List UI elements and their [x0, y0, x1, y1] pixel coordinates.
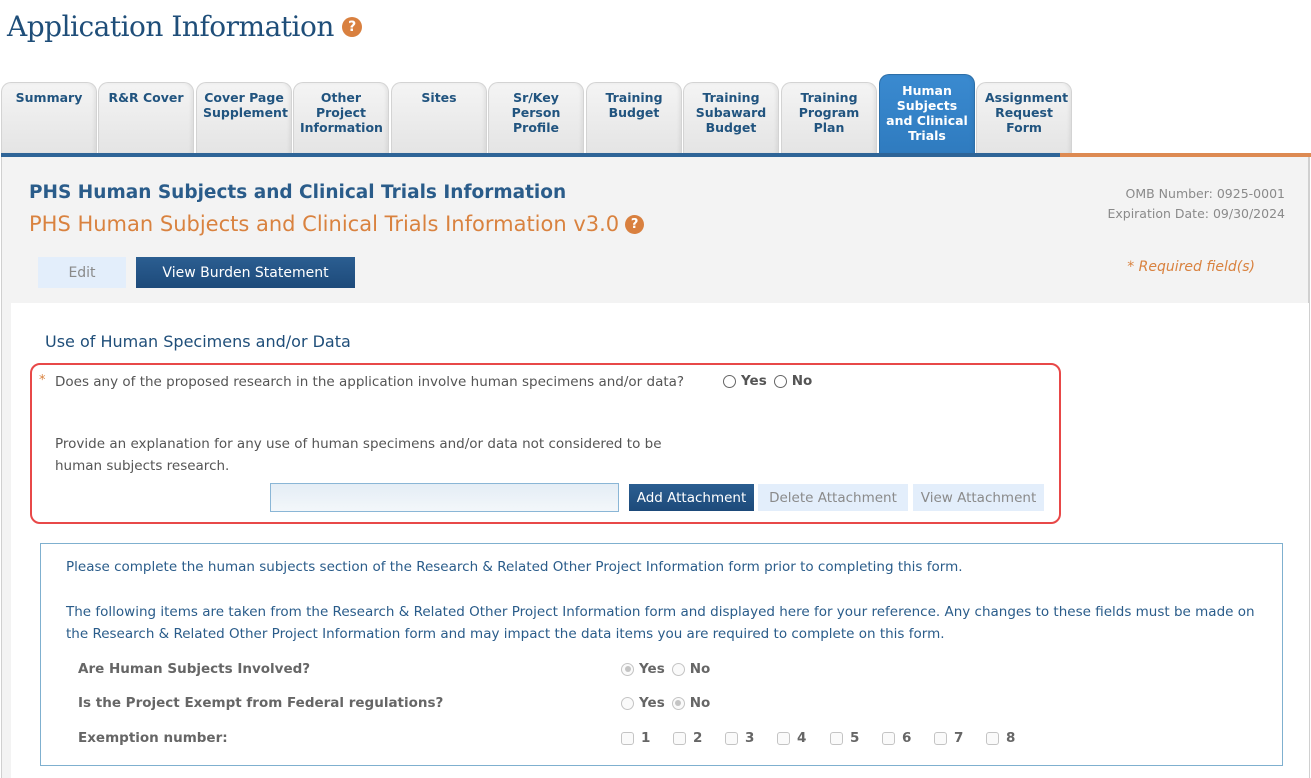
specimens-radio-group: Yes No: [723, 373, 819, 389]
human-subjects-no-radio: [671, 662, 685, 676]
tab-training-program-plan[interactable]: Training Program Plan: [781, 82, 877, 154]
exempt-radio-group: Yes No: [621, 695, 717, 711]
exemption-option: 1: [621, 730, 650, 746]
exemption-checkbox-8: [986, 731, 999, 745]
help-icon[interactable]: ?: [341, 16, 362, 37]
exemption-checkbox-4: [777, 731, 790, 745]
delete-attachment-button[interactable]: Delete Attachment: [758, 484, 908, 511]
human-subjects-no-label: No: [689, 661, 711, 677]
exemption-label-6: 6: [902, 730, 912, 746]
tab-cover-page-supplement[interactable]: Cover Page Supplement: [196, 82, 292, 154]
tab-sites[interactable]: Sites: [391, 82, 487, 154]
add-attachment-button[interactable]: Add Attachment: [629, 484, 754, 511]
exempt-yes-radio: [621, 696, 634, 710]
view-burden-statement-button[interactable]: View Burden Statement: [136, 257, 355, 288]
exemption-option: 6: [882, 730, 911, 746]
exemption-label-5: 5: [850, 730, 860, 746]
required-marker: *: [39, 373, 46, 388]
specimens-no-label[interactable]: No: [792, 373, 813, 389]
omb-number: OMB Number: 0925-0001: [1125, 186, 1286, 201]
required-fields-note: * Required field(s): [1127, 259, 1255, 275]
human-subjects-yes-label: Yes: [639, 661, 665, 677]
exemption-label-2: 2: [693, 730, 703, 746]
edit-button[interactable]: Edit: [38, 257, 126, 288]
tab-sr-key-person-profile[interactable]: Sr/Key Person Profile: [488, 82, 584, 154]
exemption-option: 3: [725, 730, 754, 746]
human-subjects-radio-group: Yes No: [621, 661, 717, 677]
reference-explanation: The following items are taken from the R…: [66, 604, 1255, 642]
explanation-label: Provide an explanation for any use of hu…: [55, 436, 662, 474]
expiration-date: Expiration Date: 09/30/2024: [1107, 206, 1285, 221]
exemption-label-1: 1: [641, 730, 651, 746]
tab-training-budget[interactable]: Training Budget: [586, 82, 682, 154]
reference-notice: Please complete the human subjects secti…: [66, 559, 963, 575]
exemption-option: 4: [777, 730, 806, 746]
exemption-label-4: 4: [797, 730, 807, 746]
exemption-label-8: 8: [1006, 730, 1016, 746]
section-title-specimens: Use of Human Specimens and/or Data: [45, 332, 351, 351]
form-title: PHS Human Subjects and Clinical Trials I…: [29, 182, 567, 203]
exemption-option: 7: [934, 730, 963, 746]
specimens-question: Does any of the proposed research in the…: [55, 374, 685, 390]
exemption-checkbox-5: [830, 731, 843, 745]
omb-info: OMB Number: 0925-0001 Expiration Date: 0…: [1107, 184, 1285, 224]
exempt-label: Is the Project Exempt from Federal regul…: [78, 695, 444, 711]
exemption-checkbox-3: [725, 731, 738, 745]
exemption-number-label: Exemption number:: [78, 730, 228, 746]
exemption-option: 8: [986, 730, 1015, 746]
tab-other-project-information[interactable]: Other Project Information: [293, 82, 389, 154]
exemption-checkbox-7: [934, 731, 947, 745]
tab-human-subjects-clinical-trials[interactable]: Human Subjects and Clinical Trials: [879, 74, 975, 154]
exemption-checkbox-1: [621, 731, 634, 745]
tab-training-subaward-budget[interactable]: Training Subaward Budget: [683, 82, 779, 154]
exemption-checkbox-2: [673, 731, 686, 745]
exemption-option: 2: [673, 730, 702, 746]
view-attachment-button[interactable]: View Attachment: [913, 484, 1044, 511]
exempt-no-radio: [671, 696, 685, 710]
exemption-checkbox-6: [882, 731, 895, 745]
form-version-title: PHS Human Subjects and Clinical Trials I…: [29, 212, 645, 236]
tab-rr-cover[interactable]: R&R Cover: [98, 82, 194, 154]
human-subjects-yes-radio: [621, 662, 634, 676]
specimens-yes-radio[interactable]: [723, 374, 736, 388]
specimens-no-radio[interactable]: [773, 374, 787, 388]
help-icon[interactable]: ?: [625, 214, 645, 234]
exemption-label-3: 3: [745, 730, 755, 746]
attachment-field[interactable]: [270, 483, 619, 512]
exemption-option: 5: [830, 730, 859, 746]
specimens-yes-label[interactable]: Yes: [741, 373, 767, 389]
page-title: Application Information ?: [7, 10, 362, 43]
tab-assignment-request-form[interactable]: Assignment Request Form: [976, 82, 1072, 154]
human-subjects-label: Are Human Subjects Involved?: [78, 661, 311, 677]
tab-summary[interactable]: Summary: [1, 82, 97, 154]
form-version-text: PHS Human Subjects and Clinical Trials I…: [29, 212, 620, 236]
exemption-label-7: 7: [954, 730, 964, 746]
page-title-text: Application Information: [7, 10, 334, 43]
exempt-yes-label: Yes: [639, 695, 665, 711]
exempt-no-label: No: [689, 695, 711, 711]
